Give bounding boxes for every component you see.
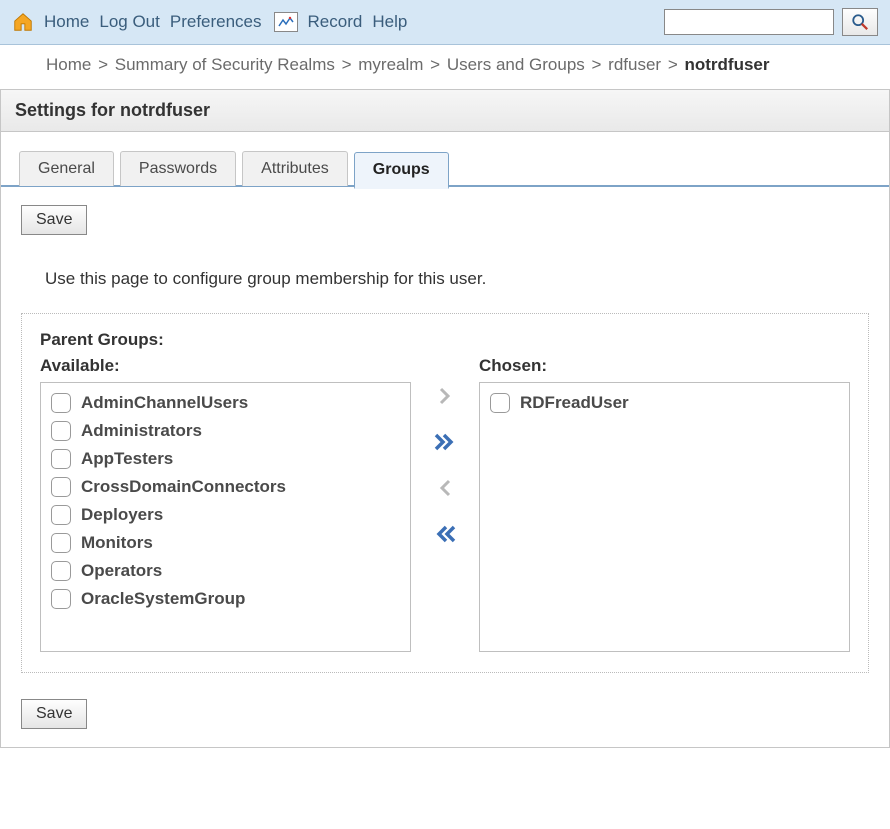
shuttle: Available: AdminChannelUsers Administrato… xyxy=(40,356,850,652)
breadcrumb: Home > Summary of Security Realms > myre… xyxy=(0,45,890,85)
list-item[interactable]: RDFreadUser xyxy=(480,389,849,417)
checkbox[interactable] xyxy=(51,533,71,553)
checkbox[interactable] xyxy=(51,589,71,609)
tab-attributes[interactable]: Attributes xyxy=(242,151,348,186)
list-item-label: Monitors xyxy=(81,533,153,553)
record-icon[interactable] xyxy=(274,12,298,32)
list-item[interactable]: AdminChannelUsers xyxy=(41,389,410,417)
checkbox[interactable] xyxy=(490,393,510,413)
parent-groups-area: Parent Groups: Available: AdminChannelUs… xyxy=(21,313,869,673)
breadcrumb-item[interactable]: myrealm xyxy=(358,55,423,74)
shuttle-buttons xyxy=(431,356,459,548)
checkbox[interactable] xyxy=(51,505,71,525)
settings-panel: Settings for notrdfuser General Password… xyxy=(0,89,890,748)
nav-logout[interactable]: Log Out xyxy=(99,12,160,32)
page-description: Use this page to configure group members… xyxy=(45,269,869,289)
move-left-button[interactable] xyxy=(431,474,459,502)
list-item[interactable]: Administrators xyxy=(41,417,410,445)
chevron-right-icon xyxy=(435,386,455,406)
search-icon xyxy=(851,13,869,31)
save-button-top[interactable]: Save xyxy=(21,205,87,235)
panel-title: Settings for notrdfuser xyxy=(1,90,889,132)
list-item[interactable]: CrossDomainConnectors xyxy=(41,473,410,501)
nav-record[interactable]: Record xyxy=(308,12,363,32)
list-item-label: Administrators xyxy=(81,421,202,441)
tab-passwords[interactable]: Passwords xyxy=(120,151,236,186)
breadcrumb-current: notrdfuser xyxy=(684,55,769,74)
nav-preferences[interactable]: Preferences xyxy=(170,12,262,32)
list-item[interactable]: AppTesters xyxy=(41,445,410,473)
move-all-left-button[interactable] xyxy=(431,520,459,548)
list-item-label: AppTesters xyxy=(81,449,173,469)
breadcrumb-item[interactable]: Home xyxy=(46,55,91,74)
breadcrumb-item[interactable]: rdfuser xyxy=(608,55,661,74)
move-right-button[interactable] xyxy=(431,382,459,410)
search-button[interactable] xyxy=(842,8,878,36)
list-item[interactable]: Deployers xyxy=(41,501,410,529)
checkbox[interactable] xyxy=(51,449,71,469)
checkbox[interactable] xyxy=(51,477,71,497)
search-input[interactable] xyxy=(664,9,834,35)
parent-groups-label: Parent Groups: xyxy=(40,330,850,350)
search-box xyxy=(664,8,878,36)
chosen-label: Chosen: xyxy=(479,356,850,376)
chosen-listbox[interactable]: RDFreadUser xyxy=(479,382,850,652)
checkbox[interactable] xyxy=(51,561,71,581)
chosen-column: Chosen: RDFreadUser xyxy=(479,356,850,652)
list-item-label: Deployers xyxy=(81,505,163,525)
move-all-right-button[interactable] xyxy=(431,428,459,456)
list-item[interactable]: Monitors xyxy=(41,529,410,557)
list-item[interactable]: Operators xyxy=(41,557,410,585)
nav-home[interactable]: Home xyxy=(44,12,89,32)
double-chevron-right-icon xyxy=(433,432,457,452)
list-item-label: RDFreadUser xyxy=(520,393,629,413)
checkbox[interactable] xyxy=(51,393,71,413)
list-item-label: Operators xyxy=(81,561,162,581)
nav-help[interactable]: Help xyxy=(372,12,407,32)
breadcrumb-item[interactable]: Summary of Security Realms xyxy=(115,55,335,74)
double-chevron-left-icon xyxy=(433,524,457,544)
breadcrumb-item[interactable]: Users and Groups xyxy=(447,55,585,74)
list-item[interactable]: OracleSystemGroup xyxy=(41,585,410,613)
save-button-bottom[interactable]: Save xyxy=(21,699,87,729)
tab-content: Save Use this page to configure group me… xyxy=(1,187,889,747)
chevron-left-icon xyxy=(435,478,455,498)
home-icon[interactable] xyxy=(12,11,34,33)
topbar: Home Log Out Preferences Record Help xyxy=(0,0,890,45)
tab-general[interactable]: General xyxy=(19,151,114,186)
available-listbox[interactable]: AdminChannelUsers Administrators AppTester… xyxy=(40,382,411,652)
tab-groups[interactable]: Groups xyxy=(354,152,449,189)
list-item-label: AdminChannelUsers xyxy=(81,393,248,413)
available-label: Available: xyxy=(40,356,411,376)
list-item-label: OracleSystemGroup xyxy=(81,589,245,609)
checkbox[interactable] xyxy=(51,421,71,441)
tab-row: General Passwords Attributes Groups xyxy=(1,132,889,187)
list-item-label: CrossDomainConnectors xyxy=(81,477,286,497)
available-column: Available: AdminChannelUsers Administrato… xyxy=(40,356,411,652)
